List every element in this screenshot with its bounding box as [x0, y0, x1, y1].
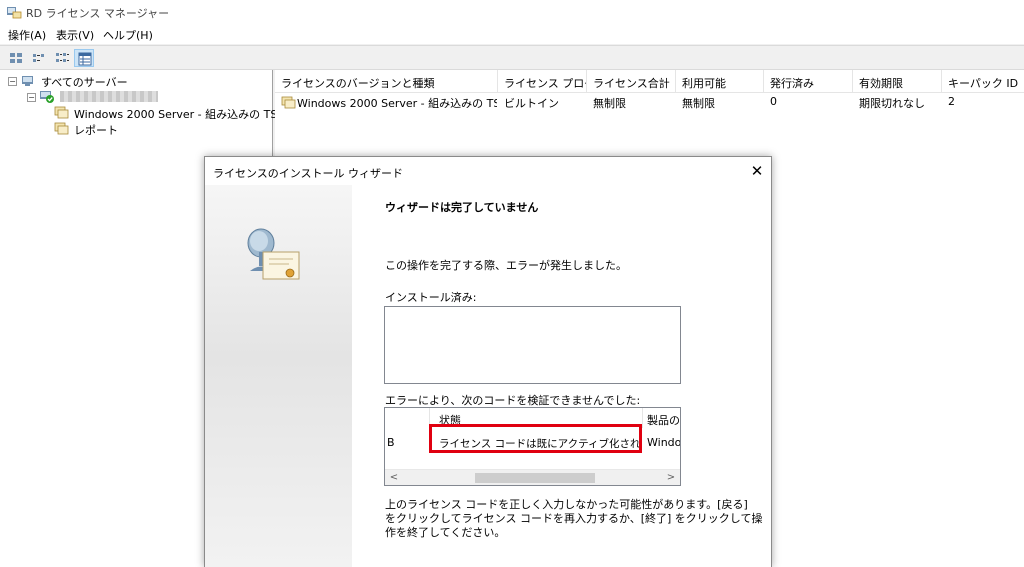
dialog-title: ライセンスのインストール ウィザード: [213, 167, 404, 180]
list-view-icon: [56, 53, 69, 62]
error-cell-product: Windo: [647, 436, 680, 449]
collapse-icon[interactable]: −: [8, 77, 17, 86]
error-col-product[interactable]: 製品の: [647, 412, 680, 426]
dialog-titlebar: ライセンスのインストール ウィザード ✕: [205, 157, 771, 184]
menu-bar: 操作(A) 表示(V) ヘルプ(H): [0, 24, 1024, 44]
wizard-content: ウィザードは完了していません この操作を完了する際、エラーが発生しました。 イン…: [352, 185, 771, 567]
installed-list[interactable]: [384, 306, 681, 384]
column-header-program[interactable]: ライセンス プログ...: [498, 70, 587, 93]
column-header-keypack-id[interactable]: キーパック ID: [942, 70, 1024, 93]
tree-item-product[interactable]: Windows 2000 Server - 組み込みの TS CAL: [0, 105, 302, 121]
cell-keypack-id: 2: [948, 95, 955, 108]
cell-available: 無制限: [682, 97, 715, 110]
scroll-right-icon[interactable]: >: [663, 471, 679, 485]
tree-item-server[interactable]: −: [0, 89, 273, 105]
large-icons-view-icon: [10, 53, 22, 63]
cell-expiration: 期限切れなし: [859, 97, 925, 110]
table-row[interactable]: Windows 2000 Server - 組み込みの TS CAL... ビル…: [275, 94, 1024, 112]
menu-action[interactable]: 操作(A): [8, 27, 46, 43]
tree-item-report[interactable]: レポート: [0, 121, 273, 137]
horizontal-scrollbar[interactable]: < >: [385, 469, 680, 485]
unverified-codes-label: エラーにより、次のコードを検証できませんでした:: [385, 394, 641, 407]
details-view-icon: [78, 52, 92, 66]
cell-total: 無制限: [593, 97, 626, 110]
error-cell-code: B: [387, 436, 395, 449]
window-titlebar: RD ライセンス マネージャー: [0, 0, 1024, 24]
column-header-version[interactable]: ライセンスのバージョンと種類: [275, 70, 498, 93]
license-install-wizard-dialog: ライセンスのインストール ウィザード ✕ ウィザードは完了していません この操作…: [204, 156, 772, 567]
license-manager-icon: [6, 5, 22, 19]
column-header-total[interactable]: ライセンス合計: [587, 70, 676, 93]
list-header: ライセンスのバージョンと種類 ライセンス プログ... ライセンス合計 利用可能…: [275, 70, 1024, 93]
dialog-close-button[interactable]: ✕: [748, 162, 766, 180]
highlight-box: [429, 424, 642, 453]
small-icons-view-icon: [33, 54, 44, 62]
unverified-codes-list[interactable]: 状態 製品の B ライセンス コードは既にアクティブ化されています。 Windo…: [384, 407, 681, 486]
installed-label: インストール済み:: [385, 291, 477, 304]
redacted-server-name: [60, 91, 158, 102]
details-view-button[interactable]: [74, 49, 94, 67]
error-col-code[interactable]: [387, 412, 427, 426]
tree-label-all-servers: すべてのサーバー: [41, 76, 128, 89]
list-view-button[interactable]: [52, 49, 72, 67]
tree-label-report: レポート: [74, 124, 118, 137]
wizard-heading: ウィザードは完了していません: [385, 201, 539, 214]
tree-item-all-servers[interactable]: − すべてのサーバー: [0, 73, 273, 89]
window-title: RD ライセンス マネージャー: [26, 7, 170, 20]
license-keypack-icon: [281, 95, 297, 113]
report-icon: [54, 121, 70, 139]
tree-label-product: Windows 2000 Server - 組み込みの TS CAL: [74, 108, 303, 121]
scroll-left-icon[interactable]: <: [386, 471, 402, 485]
wizard-sidebar: [205, 185, 352, 567]
column-header-issued[interactable]: 発行済み: [764, 70, 853, 93]
toolbar: [0, 45, 1024, 70]
menu-view[interactable]: 表示(V): [56, 27, 94, 43]
cell-issued: 0: [770, 95, 777, 108]
collapse-icon[interactable]: −: [27, 93, 36, 102]
error-message: この操作を完了する際、エラーが発生しました。: [385, 259, 627, 272]
large-icons-view-button[interactable]: [6, 49, 26, 67]
small-icons-view-button[interactable]: [29, 49, 49, 67]
column-header-expiration[interactable]: 有効期限: [853, 70, 942, 93]
wizard-certificate-icon: [247, 228, 300, 280]
menu-help[interactable]: ヘルプ(H): [103, 27, 153, 43]
cell-program: ビルトイン: [504, 97, 559, 110]
cell-version: Windows 2000 Server - 組み込みの TS CAL...: [297, 97, 497, 110]
column-header-available[interactable]: 利用可能: [676, 70, 764, 93]
column-separator: [642, 408, 643, 428]
hint-line-3: 作を終了してください。: [385, 526, 506, 539]
scroll-thumb[interactable]: [475, 473, 595, 483]
